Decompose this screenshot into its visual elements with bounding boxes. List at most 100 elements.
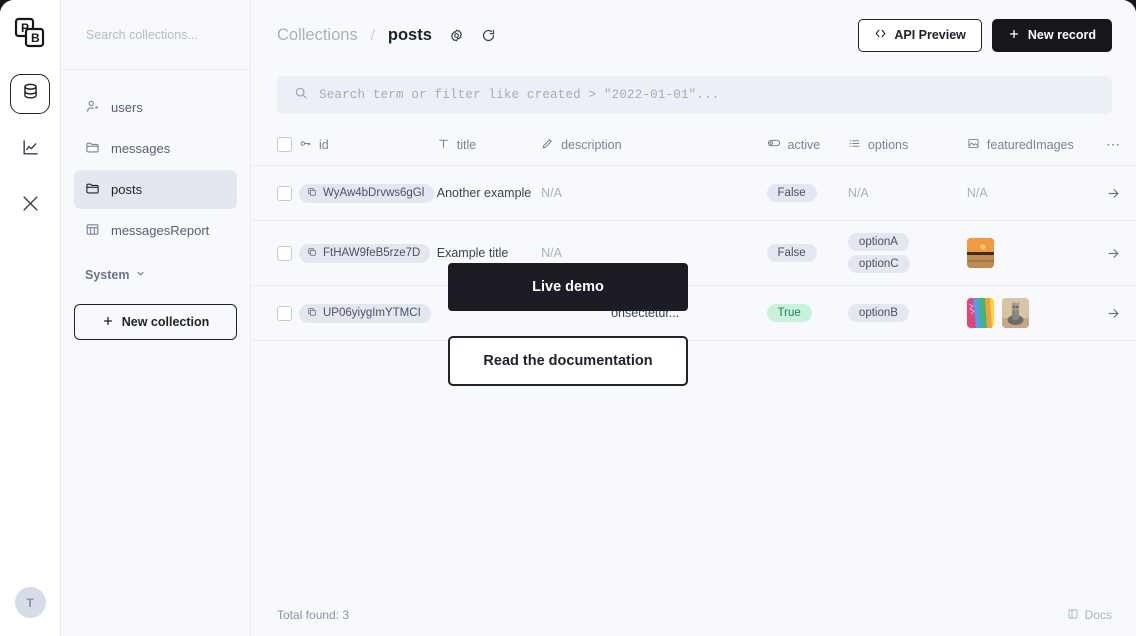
status-badge: False xyxy=(766,244,817,262)
folder-icon xyxy=(85,140,100,158)
open-record-arrow[interactable] xyxy=(1090,186,1136,201)
refresh-icon[interactable] xyxy=(481,28,496,43)
cell-title: Another example xyxy=(436,165,542,221)
featuredimages-value: N/A xyxy=(966,186,988,200)
rail-item-logs[interactable] xyxy=(10,130,50,170)
column-header-title[interactable]: title xyxy=(436,128,542,166)
plus-icon xyxy=(102,315,114,330)
main-panel: Collections / posts API Preview New reco… xyxy=(251,0,1136,636)
database-icon xyxy=(21,82,40,106)
title-value: Example title xyxy=(436,246,509,260)
icon-rail: P B T xyxy=(0,0,61,636)
open-record-arrow[interactable] xyxy=(1090,246,1136,261)
description-value: N/A xyxy=(541,186,562,200)
option-chip: optionA xyxy=(847,233,909,251)
title-value: Another example xyxy=(436,186,532,200)
sidebar-item-label: messages xyxy=(111,141,171,156)
id-chip[interactable]: UP06yiygImYTMCI xyxy=(299,303,431,323)
breadcrumb-separator: / xyxy=(370,26,375,44)
read-documentation-button[interactable]: Read the documentation xyxy=(448,336,688,386)
collections-list: users messages posts messagesReport Syst… xyxy=(61,70,250,636)
sidebar-item-label: posts xyxy=(111,182,143,197)
column-header-label: title xyxy=(456,137,477,152)
id-chip[interactable]: FtHAW9feB5rze7D xyxy=(299,243,431,263)
row-checkbox[interactable] xyxy=(277,245,292,261)
user-icon xyxy=(85,99,100,117)
column-header-options[interactable]: options xyxy=(847,128,967,166)
cell-id: WyAw4bDrvws6gGl xyxy=(299,165,437,221)
id-value: UP06yiygImYTMCI xyxy=(323,307,421,319)
topbar: Collections / posts API Preview New reco… xyxy=(251,0,1136,70)
editor-icon xyxy=(541,137,554,153)
system-group-toggle[interactable]: System xyxy=(74,252,237,282)
pocketbase-logo[interactable]: P B xyxy=(10,14,50,54)
cell-open xyxy=(1090,285,1136,341)
column-header-id[interactable]: id xyxy=(299,128,437,166)
select-all-cell xyxy=(251,128,299,166)
copy-icon xyxy=(307,307,317,320)
docs-link[interactable]: Docs xyxy=(1067,608,1112,623)
open-record-arrow[interactable] xyxy=(1090,306,1136,321)
table-body: WyAw4bDrvws6gGl Another example N/A Fals… xyxy=(251,165,1136,341)
cell-description: N/A xyxy=(541,165,767,221)
table-row[interactable]: WyAw4bDrvws6gGl Another example N/A Fals… xyxy=(251,165,1136,221)
search-input[interactable]: Search term or filter like created > "20… xyxy=(277,76,1112,114)
column-options-menu[interactable]: ⋯ xyxy=(1090,128,1136,166)
sidebar-item-label: messagesReport xyxy=(111,223,210,238)
records-table-wrapper: id title description active options feat… xyxy=(251,128,1136,594)
records-table: id title description active options feat… xyxy=(251,128,1136,341)
column-header-description[interactable]: description xyxy=(541,128,767,166)
row-checkbox[interactable] xyxy=(277,305,292,321)
api-preview-label: API Preview xyxy=(894,28,966,42)
column-header-label: options xyxy=(867,137,909,152)
chart-icon xyxy=(21,138,40,162)
cell-featuredimages: N/A xyxy=(966,165,1091,221)
cell-id: FtHAW9feB5rze7D xyxy=(299,220,437,286)
select-all-checkbox[interactable] xyxy=(277,137,292,152)
cell-options: N/A xyxy=(847,165,967,221)
row-checkbox[interactable] xyxy=(277,185,292,201)
sidebar-item-users[interactable]: users xyxy=(74,88,237,127)
rainbow-paint-thumbnail[interactable] xyxy=(966,298,994,328)
rail-item-collections[interactable] xyxy=(10,74,50,114)
text-icon xyxy=(437,137,450,153)
list-icon xyxy=(848,137,861,153)
description-value: N/A xyxy=(541,246,562,260)
cat-statue-thumbnail[interactable] xyxy=(1001,298,1029,328)
option-chip: optionC xyxy=(847,255,910,273)
live-demo-button[interactable]: Live demo xyxy=(448,263,688,311)
id-chip[interactable]: WyAw4bDrvws6gGl xyxy=(299,183,435,203)
svg-text:B: B xyxy=(31,31,40,45)
cell-active: False xyxy=(766,220,848,286)
collections-sidebar: Search collections... users messages pos… xyxy=(61,0,251,636)
gear-icon[interactable] xyxy=(449,28,464,43)
sidebar-item-messages[interactable]: messages xyxy=(74,129,237,168)
column-header-featuredimages[interactable]: featuredImages xyxy=(966,128,1091,166)
search-collections-placeholder: Search collections... xyxy=(86,27,198,42)
filter-bar: Search term or filter like created > "20… xyxy=(251,70,1136,128)
toggle-icon xyxy=(767,136,781,153)
column-header-active[interactable]: active xyxy=(766,128,848,166)
api-preview-button[interactable]: API Preview xyxy=(858,18,982,52)
copy-icon xyxy=(307,187,317,200)
cell-active: False xyxy=(766,165,848,221)
table-row[interactable]: UP06yiygImYTMCI onsectetur... True optio… xyxy=(251,285,1136,341)
sidebar-item-messagesreport[interactable]: messagesReport xyxy=(74,211,237,250)
new-record-button[interactable]: New record xyxy=(991,18,1112,52)
cell-options: optionB xyxy=(847,285,967,341)
book-icon xyxy=(1067,608,1079,623)
tools-icon xyxy=(21,194,40,218)
sunset-beach-thumbnail[interactable] xyxy=(966,238,994,268)
breadcrumb-root[interactable]: Collections xyxy=(277,26,358,45)
sidebar-item-posts[interactable]: posts xyxy=(74,170,237,209)
row-select-cell xyxy=(251,165,299,221)
id-value: FtHAW9feB5rze7D xyxy=(323,247,421,259)
table-row[interactable]: FtHAW9feB5rze7D Example title N/A False xyxy=(251,220,1136,286)
rail-item-settings[interactable] xyxy=(10,186,50,226)
avatar[interactable]: T xyxy=(14,587,46,618)
new-collection-button[interactable]: New collection xyxy=(74,304,237,340)
search-collections-input[interactable]: Search collections... xyxy=(61,0,250,70)
folder-icon xyxy=(85,181,100,199)
row-select-cell xyxy=(251,220,299,286)
sidebar-item-label: users xyxy=(111,100,143,115)
